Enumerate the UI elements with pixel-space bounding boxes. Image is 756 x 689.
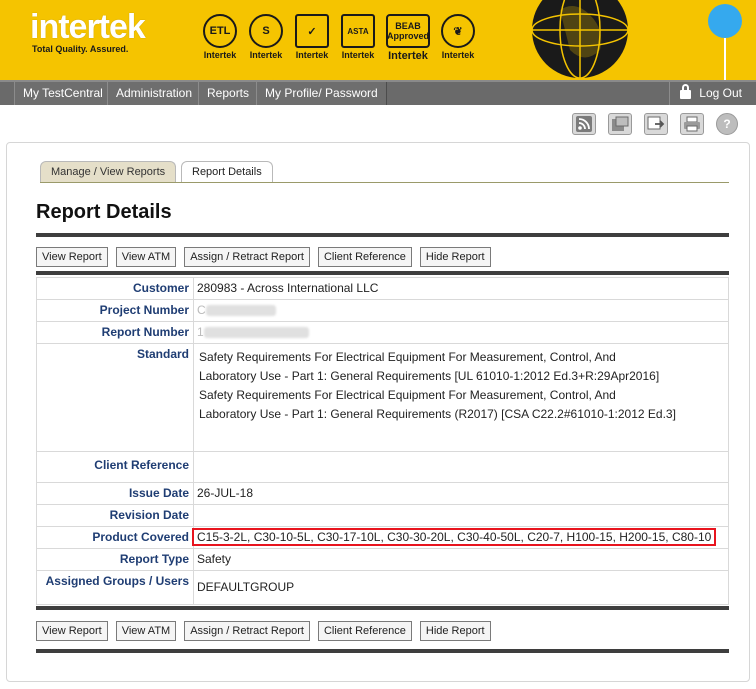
- issue-date-value: 26-JUL-18: [193, 482, 729, 505]
- main-nav: My TestCentral Administration Reports My…: [0, 80, 756, 105]
- checkmark-icon: ✓: [295, 14, 329, 48]
- redacted-block: [203, 327, 309, 339]
- revision-date-value: [193, 504, 729, 527]
- top-button-row: View Report View ATM Assign / Retract Re…: [36, 247, 491, 267]
- brand-header: intertek Total Quality. Assured. ETL Int…: [0, 0, 756, 80]
- product-covered-value: C15-3-2L, C30-10-5L, C30-17-10L, C30-30-…: [191, 526, 729, 549]
- logout-button[interactable]: Log Out: [669, 82, 750, 105]
- client-reference-button[interactable]: Client Reference: [317, 621, 412, 641]
- report-type-label: Report Type: [36, 548, 194, 571]
- leaf-icon: ❦: [441, 14, 475, 48]
- lock-icon: [680, 84, 692, 99]
- view-report-button[interactable]: View Report: [36, 621, 108, 641]
- assign-retract-button[interactable]: Assign / Retract Report: [184, 247, 310, 267]
- assign-retract-button[interactable]: Assign / Retract Report: [184, 621, 310, 641]
- revision-date-label: Revision Date: [36, 504, 194, 527]
- forward-icon[interactable]: [644, 113, 668, 135]
- standard-value: Safety Requirements For Electrical Equip…: [193, 343, 729, 452]
- beab-mark: BEAB Approved Intertek: [384, 14, 432, 62]
- report-details-panel: Manage / View Reports Report Details Rep…: [6, 142, 750, 682]
- logo-wordmark: intertek: [30, 8, 146, 46]
- issue-date-label: Issue Date: [36, 482, 194, 505]
- logout-label: Log Out: [699, 86, 742, 100]
- client-reference-button[interactable]: Client Reference: [317, 247, 412, 267]
- report-type-value: Safety: [193, 548, 729, 571]
- project-number-label: Project Number: [36, 299, 194, 322]
- product-covered-label: Product Covered: [36, 526, 194, 549]
- rss-icon[interactable]: [572, 113, 596, 135]
- table-row: Product Covered C15-3-2L, C30-10-5L, C30…: [36, 526, 729, 549]
- certification-marks: ETL Intertek S Intertek ✓ Intertek ASTA …: [200, 14, 478, 62]
- help-icon[interactable]: ?: [716, 113, 738, 135]
- etl-mark: ETL Intertek: [200, 14, 240, 62]
- table-row: Issue Date 26-JUL-18: [36, 482, 729, 505]
- tab-manage-view-reports[interactable]: Manage / View Reports: [40, 161, 177, 182]
- intertek-logo[interactable]: intertek Total Quality. Assured.: [30, 8, 146, 54]
- asta-icon: ASTA: [341, 14, 375, 48]
- tab-report-details[interactable]: Report Details: [181, 161, 273, 183]
- assigned-groups-label: Assigned Groups / Users: [36, 570, 194, 605]
- table-row: Project Number C: [36, 299, 729, 322]
- client-reference-label: Client Reference: [36, 451, 194, 483]
- view-report-button[interactable]: View Report: [36, 247, 108, 267]
- nav-my-testcentral[interactable]: My TestCentral: [14, 82, 112, 105]
- title-divider: [36, 233, 729, 237]
- table-row: Client Reference: [36, 451, 729, 483]
- table-row: Standard Safety Requirements For Electri…: [36, 343, 729, 452]
- standard-label: Standard: [36, 343, 194, 452]
- table-row: Customer 280983 - Across International L…: [36, 277, 729, 300]
- client-reference-value: [193, 451, 729, 483]
- globe-icon: [531, 0, 629, 79]
- redacted-block: [205, 305, 276, 317]
- blue-dot-icon: [708, 4, 742, 38]
- tab-underline: [40, 182, 729, 183]
- report-details-table: Customer 280983 - Across International L…: [36, 277, 729, 605]
- toolbar-icons: ?: [572, 113, 738, 135]
- report-number-value: 1: [193, 321, 729, 344]
- s-mark-icon: S: [249, 14, 283, 48]
- product-covered-highlight: C15-3-2L, C30-10-5L, C30-17-10L, C30-30-…: [191, 528, 717, 546]
- page-title: Report Details: [36, 201, 172, 223]
- customer-value: 280983 - Across International LLC: [193, 277, 729, 300]
- decorative-line: [724, 38, 726, 80]
- hide-report-button[interactable]: Hide Report: [419, 621, 491, 641]
- footer-divider: [36, 649, 729, 653]
- customer-label: Customer: [36, 277, 194, 300]
- logo-tagline: Total Quality. Assured.: [32, 44, 129, 54]
- nav-administration[interactable]: Administration: [107, 82, 202, 105]
- table-row: Revision Date: [36, 504, 729, 527]
- table-row: Report Type Safety: [36, 548, 729, 571]
- etl-icon: ETL: [203, 14, 237, 48]
- hide-report-button[interactable]: Hide Report: [419, 247, 491, 267]
- view-atm-button[interactable]: View ATM: [115, 621, 177, 641]
- bottom-button-row: View Report View ATM Assign / Retract Re…: [36, 621, 491, 641]
- eco-mark: ❦ Intertek: [438, 14, 478, 62]
- report-number-label: Report Number: [36, 321, 194, 344]
- s-mark: S Intertek: [246, 14, 286, 62]
- view-atm-button[interactable]: View ATM: [115, 247, 177, 267]
- beab-icon: BEAB Approved: [386, 14, 430, 48]
- print-icon[interactable]: [680, 113, 704, 135]
- table-bottom-divider: [36, 606, 729, 610]
- assigned-groups-value: DEFAULTGROUP: [193, 570, 729, 605]
- buttons-divider: [36, 271, 729, 275]
- project-number-value: C: [193, 299, 729, 322]
- nav-reports[interactable]: Reports: [198, 82, 259, 105]
- asta-mark: ASTA Intertek: [338, 14, 378, 62]
- nav-my-profile-password[interactable]: My Profile/ Password: [256, 82, 387, 105]
- quality-mark: ✓ Intertek: [292, 14, 332, 62]
- table-row: Assigned Groups / Users DEFAULTGROUP: [36, 570, 729, 605]
- table-row: Report Number 1: [36, 321, 729, 344]
- export-icon[interactable]: [608, 113, 632, 135]
